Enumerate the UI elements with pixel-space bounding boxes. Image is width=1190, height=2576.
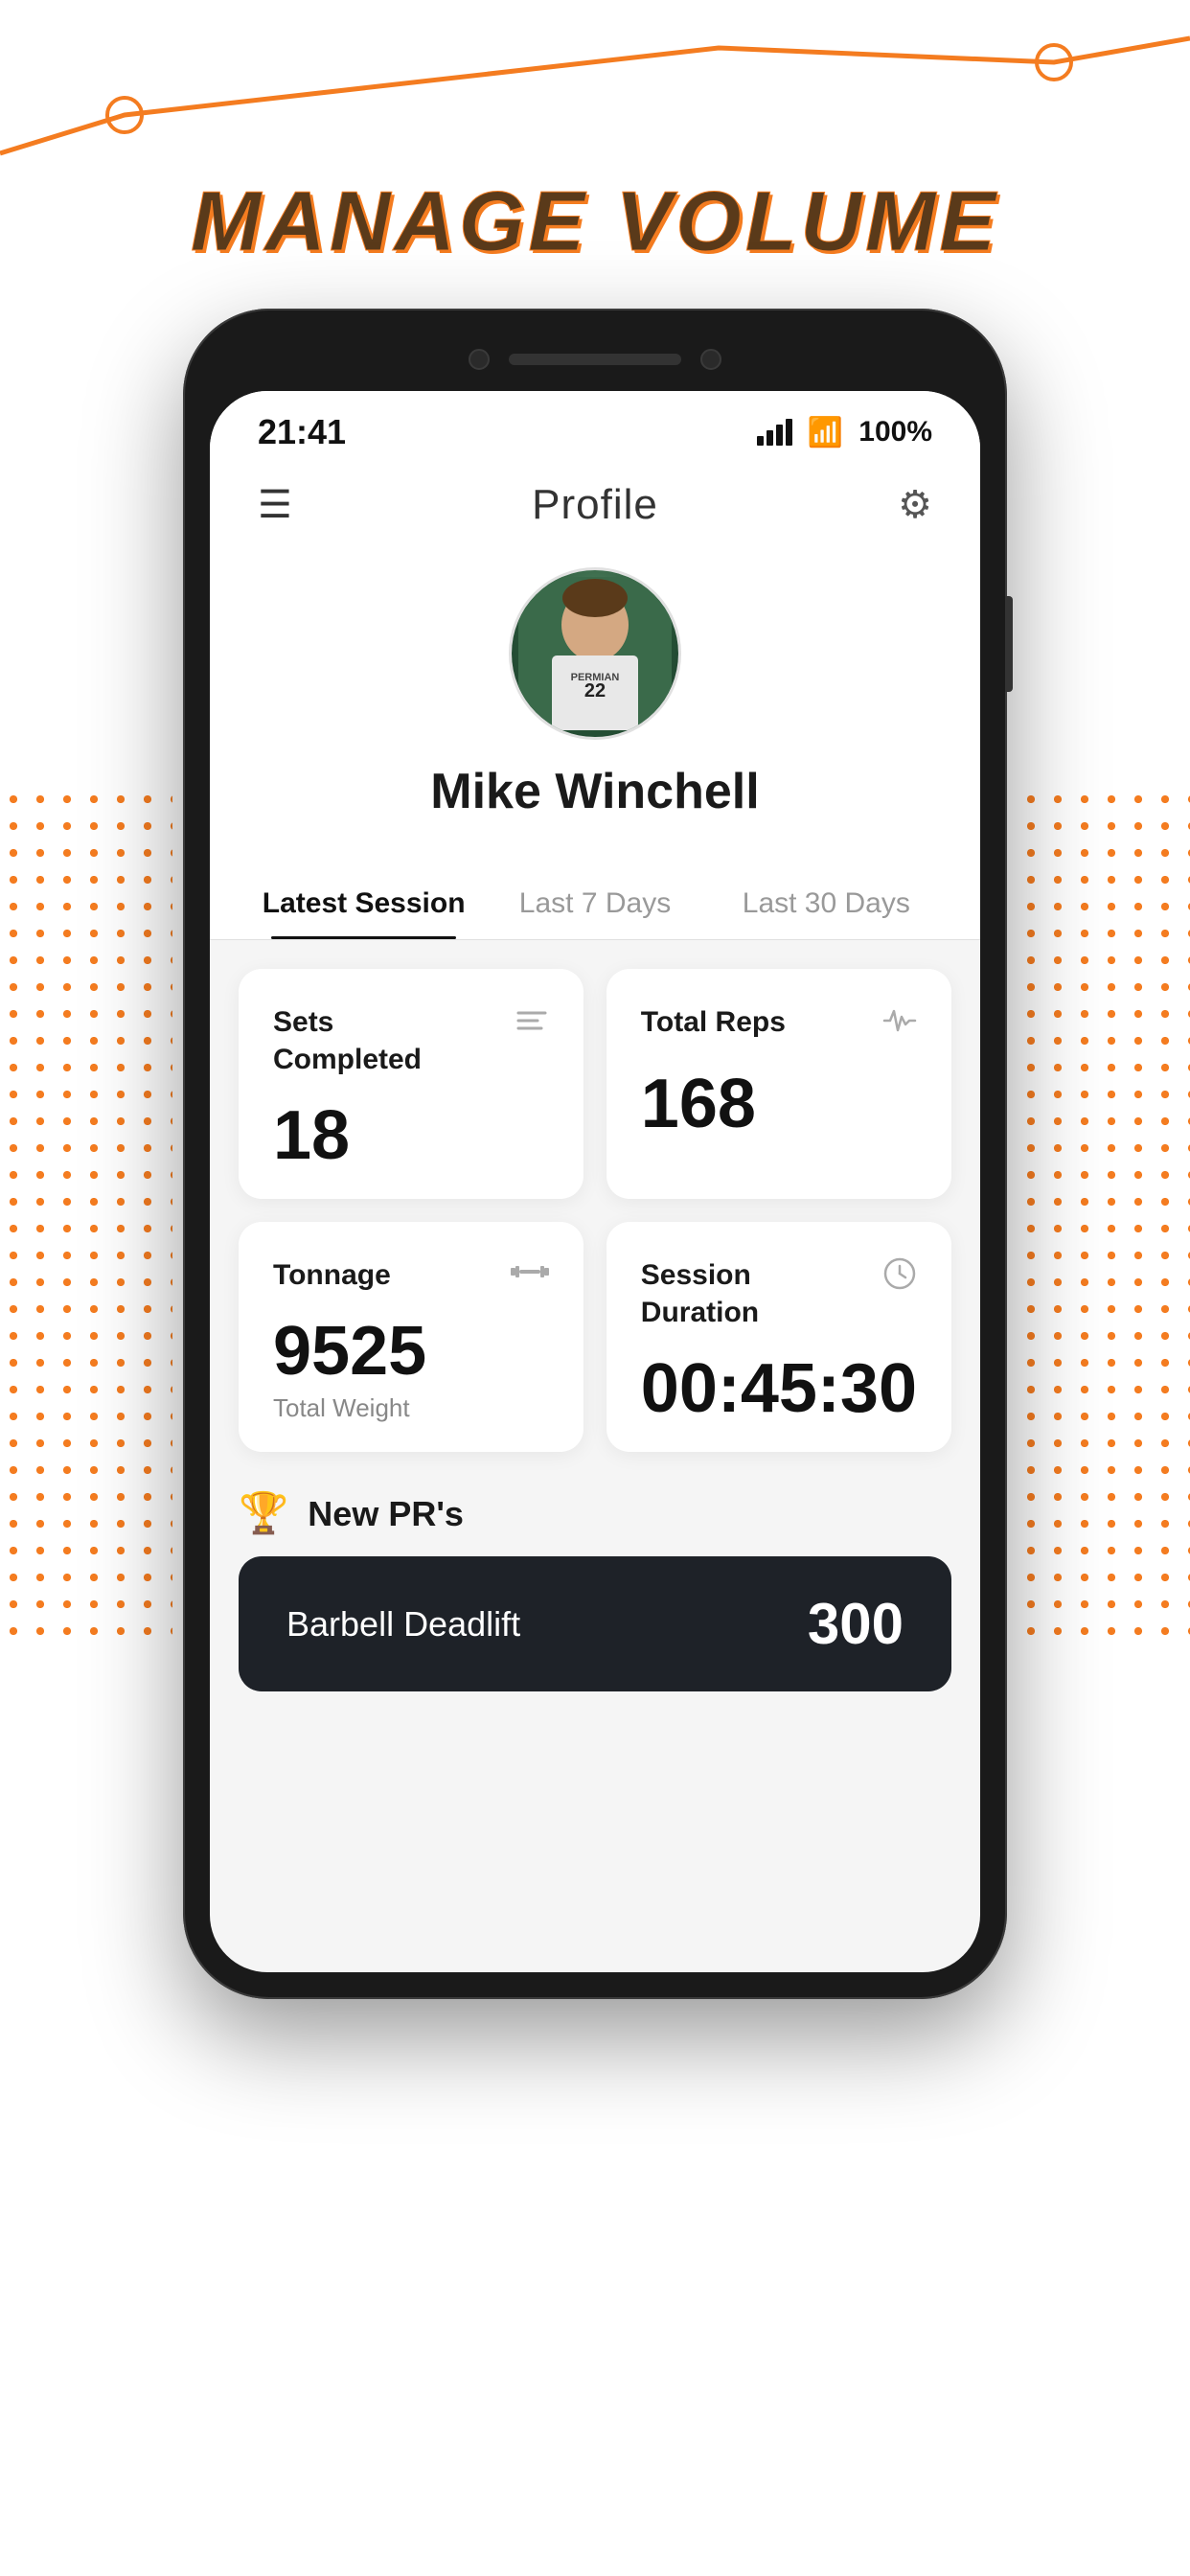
status-icons: 📶 100%	[757, 416, 932, 449]
prs-header: 🏆 New PR's	[239, 1490, 951, 1537]
battery-level: 100%	[858, 416, 932, 448]
stat-card-duration: Session Duration 00:45:30	[606, 1222, 951, 1452]
prs-section-title: New PR's	[308, 1494, 464, 1534]
stat-label-duration: Session Duration	[641, 1256, 833, 1331]
phone-speaker	[509, 354, 681, 365]
stats-grid: Sets Completed 18	[210, 940, 980, 1481]
tab-last-30-days[interactable]: Last 30 Days	[711, 868, 942, 939]
signal-bar-1	[757, 436, 764, 446]
svg-text:PERMIAN: PERMIAN	[571, 672, 620, 683]
status-time: 21:41	[258, 412, 346, 452]
stat-value-reps: 168	[641, 1070, 917, 1138]
signal-bar-4	[786, 419, 792, 446]
stat-card-tonnage: Tonnage 9525	[239, 1222, 584, 1452]
stat-header-tonnage: Tonnage	[273, 1256, 549, 1294]
phone-body: 21:41 📶 100% ☰ P	[183, 309, 1007, 1999]
tab-last-7-days[interactable]: Last 7 Days	[479, 868, 710, 939]
manage-volume-title: MANAGE VOLUME	[0, 172, 1190, 270]
tab-latest-session[interactable]: Latest Session	[248, 868, 479, 939]
app-header: ☰ Profile ⚙	[210, 462, 980, 548]
stat-header-reps: Total Reps	[641, 1003, 917, 1046]
stat-label-sets: Sets Completed	[273, 1003, 465, 1078]
stat-value-duration: 00:45:30	[641, 1354, 917, 1423]
list-icon	[515, 1003, 549, 1046]
phone-screen: 21:41 📶 100% ☰ P	[210, 391, 980, 1972]
stat-header-sets: Sets Completed	[273, 1003, 549, 1078]
phone-mockup: 21:41 📶 100% ☰ P	[0, 309, 1190, 2076]
stat-label-tonnage: Tonnage	[273, 1256, 391, 1294]
pr-card[interactable]: Barbell Deadlift 300	[239, 1556, 951, 1691]
avatar-image: 22 PERMIAN	[512, 570, 678, 737]
wifi-icon: 📶	[808, 416, 843, 449]
profile-tabs: Latest Session Last 7 Days Last 30 Days	[210, 868, 980, 940]
activity-icon	[882, 1003, 917, 1046]
prs-section: 🏆 New PR's Barbell Deadlift 300	[210, 1481, 980, 1711]
phone-side-button	[1005, 596, 1013, 692]
page-title-area: MANAGE VOLUME	[0, 0, 1190, 309]
stat-header-duration: Session Duration	[641, 1256, 917, 1331]
signal-bar-3	[776, 425, 783, 446]
profile-section: 22 PERMIAN Mike Winchell	[210, 548, 980, 868]
phone-camera-right	[700, 349, 721, 370]
clock-icon	[882, 1256, 917, 1300]
stat-card-sets: Sets Completed 18	[239, 969, 584, 1199]
phone-camera-left	[469, 349, 490, 370]
avatar[interactable]: 22 PERMIAN	[509, 567, 681, 740]
stat-label-reps: Total Reps	[641, 1003, 786, 1041]
phone-top-bar	[210, 335, 980, 383]
stat-sublabel-tonnage: Total Weight	[273, 1393, 549, 1423]
menu-icon[interactable]: ☰	[258, 483, 292, 527]
pr-exercise-value: 300	[808, 1591, 904, 1657]
settings-icon[interactable]: ⚙	[898, 483, 932, 527]
status-bar: 21:41 📶 100%	[210, 391, 980, 462]
pr-exercise-name: Barbell Deadlift	[286, 1604, 520, 1644]
svg-text:22: 22	[584, 680, 606, 702]
signal-bar-2	[767, 430, 773, 446]
page-title-label: Profile	[532, 481, 658, 529]
trophy-icon: 🏆	[239, 1490, 288, 1537]
stat-card-reps: Total Reps 168	[606, 969, 951, 1199]
barbell-icon	[511, 1256, 549, 1294]
user-name: Mike Winchell	[430, 763, 759, 820]
signal-bars-icon	[757, 419, 792, 446]
stat-value-sets: 18	[273, 1101, 549, 1170]
stat-value-tonnage: 9525	[273, 1317, 549, 1386]
